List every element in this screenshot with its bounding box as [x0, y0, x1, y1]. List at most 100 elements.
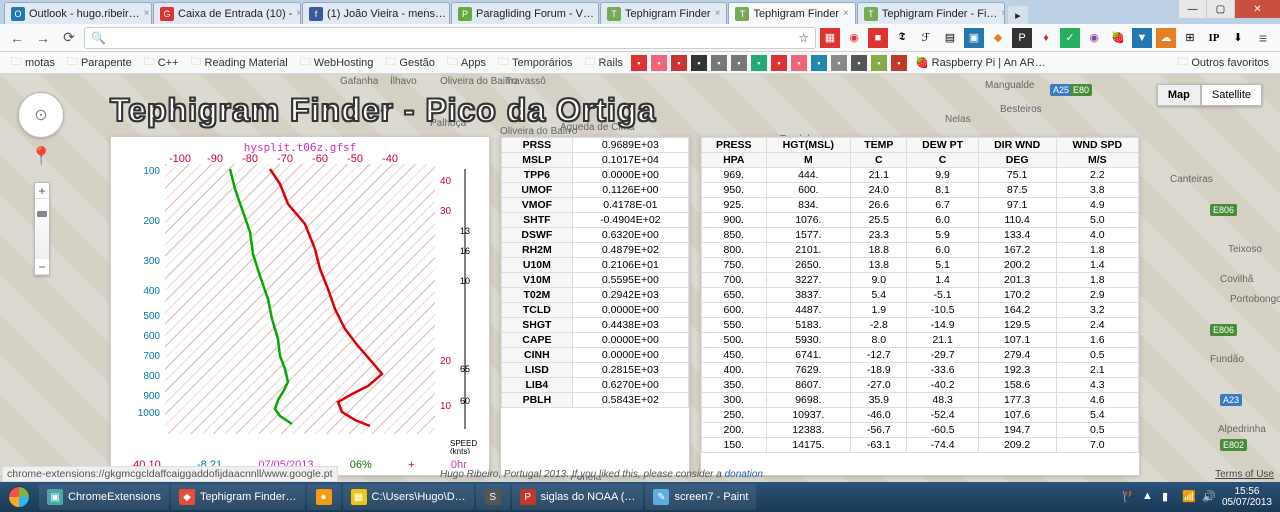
table-row: PRSS0.9689E+03 — [502, 138, 689, 153]
map-type-satellite[interactable]: Satellite — [1201, 84, 1262, 106]
bookmarks-overflow[interactable]: 🗀Outros favoritos — [1172, 53, 1274, 72]
ext-icon-3[interactable]: ■ — [868, 28, 888, 48]
new-tab-button[interactable]: ▸ — [1008, 6, 1028, 24]
ext-icon-17[interactable]: ⬇ — [1228, 28, 1248, 48]
bookmark-raspberry[interactable]: 🍓Raspberry Pi | An AR… — [910, 56, 1051, 69]
map-label: Canteiras — [1170, 174, 1213, 185]
bookmark-6[interactable]: 🗀Apps — [442, 53, 491, 72]
bookmark-ext-5[interactable]: ▪ — [731, 55, 747, 71]
ext-icon-14[interactable]: ▼ — [1132, 28, 1152, 48]
browser-tab-2[interactable]: f(1) João Vieira - mens…× — [302, 2, 450, 24]
bookmark-star-icon[interactable]: ☆ — [798, 31, 809, 45]
tab-close-icon[interactable]: × — [296, 8, 301, 19]
bookmark-7[interactable]: 🗀Temporários — [493, 53, 578, 72]
tray-volume-icon[interactable]: 🔊 — [1202, 490, 1216, 504]
bookmark-ext-8[interactable]: ▪ — [791, 55, 807, 71]
ext-icon-1[interactable]: ▦ — [820, 28, 840, 48]
taskbar-item-6[interactable]: ✎screen7 - Paint — [645, 484, 756, 510]
browser-tab-4[interactable]: TTephigram Finder× — [600, 2, 727, 24]
ext-icon-10[interactable]: ♦ — [1036, 28, 1056, 48]
ext-icon-9[interactable]: P — [1012, 28, 1032, 48]
map-zoom-control: + − — [34, 182, 50, 276]
zoom-out-button[interactable]: − — [35, 259, 49, 275]
donation-link[interactable]: donation — [725, 469, 763, 480]
bookmark-ext-12[interactable]: ▪ — [871, 55, 887, 71]
ext-ip-icon[interactable]: IP — [1204, 28, 1224, 48]
bookmark-ext-2[interactable]: ▪ — [671, 55, 687, 71]
taskbar-clock[interactable]: 15:5605/07/2013 — [1222, 486, 1272, 508]
chrome-menu-button[interactable]: ≡ — [1252, 27, 1274, 49]
svg-text:-50: -50 — [347, 154, 363, 165]
ext-icon-13[interactable]: 🍓 — [1108, 28, 1128, 48]
ext-icon-16[interactable]: ⊞ — [1180, 28, 1200, 48]
tab-label: Tephigram Finder — [753, 8, 839, 20]
bookmark-1[interactable]: 🗀Parapente — [62, 53, 137, 72]
bookmark-ext-9[interactable]: ▪ — [811, 55, 827, 71]
road-badge: A25 — [1050, 84, 1072, 96]
browser-tab-0[interactable]: OOutlook - hugo.ribeir…× — [4, 2, 152, 24]
zoom-in-button[interactable]: + — [35, 183, 49, 199]
bookmark-ext-11[interactable]: ▪ — [851, 55, 867, 71]
ext-icon-6[interactable]: ▤ — [940, 28, 960, 48]
folder-icon: 🗀 — [144, 53, 155, 72]
ext-icon-5[interactable]: ℱ — [916, 28, 936, 48]
address-bar[interactable]: 🔍 ☆ — [84, 27, 816, 49]
tray-battery-icon[interactable]: ▮ — [1162, 490, 1176, 504]
taskbar-item-4[interactable]: S — [476, 484, 510, 510]
tab-close-icon[interactable]: × — [715, 8, 721, 19]
tab-close-icon[interactable]: × — [598, 8, 599, 19]
ext-icon-8[interactable]: ◆ — [988, 28, 1008, 48]
taskbar-item-0[interactable]: ▣ChromeExtensions — [39, 484, 169, 510]
browser-tab-1[interactable]: GCaixa de Entrada (10) -× — [153, 2, 301, 24]
ext-icon-4[interactable]: 𝕿 — [892, 28, 912, 48]
road-badge: E806 — [1210, 324, 1237, 336]
tab-close-icon[interactable]: × — [144, 8, 150, 19]
bookmark-ext-0[interactable]: ▪ — [631, 55, 647, 71]
reload-button[interactable]: ⟳ — [58, 27, 80, 49]
window-close-button[interactable]: ✕ — [1234, 0, 1280, 18]
tab-label: Tephigram Finder - Fi… — [882, 8, 998, 20]
ext-icon-11[interactable]: ✓ — [1060, 28, 1080, 48]
bookmark-ext-6[interactable]: ▪ — [751, 55, 767, 71]
streetview-pegman[interactable] — [30, 146, 52, 176]
ext-icon-12[interactable]: ◉ — [1084, 28, 1104, 48]
tray-flag-icon[interactable]: 🏴 — [1122, 490, 1136, 504]
table-row: U10M0.2106E+01 — [502, 258, 689, 273]
zoom-slider[interactable] — [35, 199, 49, 259]
bookmark-0[interactable]: 🗀motas — [6, 53, 60, 72]
tab-close-icon[interactable]: × — [1001, 8, 1004, 19]
taskbar-item-2[interactable]: ● — [307, 484, 341, 510]
terms-link[interactable]: Terms of Use — [1215, 469, 1274, 480]
bookmark-ext-1[interactable]: ▪ — [651, 55, 667, 71]
bookmark-ext-13[interactable]: ▪ — [891, 55, 907, 71]
bookmark-2[interactable]: 🗀C++ — [139, 53, 184, 72]
bookmark-ext-4[interactable]: ▪ — [711, 55, 727, 71]
taskbar-item-3[interactable]: ▦C:\Users\Hugo\D… — [343, 484, 474, 510]
bookmark-5[interactable]: 🗀Gestão — [380, 53, 439, 72]
bookmark-3[interactable]: 🗀Reading Material — [186, 53, 293, 72]
ext-icon-2[interactable]: ◉ — [844, 28, 864, 48]
back-button[interactable]: ← — [6, 27, 28, 49]
bookmark-4[interactable]: 🗀WebHosting — [295, 53, 379, 72]
start-button[interactable] — [0, 482, 38, 512]
tab-close-icon[interactable]: × — [843, 8, 849, 19]
bookmark-ext-10[interactable]: ▪ — [831, 55, 847, 71]
forward-button[interactable]: → — [32, 27, 54, 49]
taskbar-item-5[interactable]: Psiglas do NOAA (… — [512, 484, 644, 510]
bookmark-ext-3[interactable]: ▪ — [691, 55, 707, 71]
taskbar-app-icon: ◆ — [179, 489, 195, 505]
tray-network-icon[interactable]: 📶 — [1182, 490, 1196, 504]
ext-icon-7[interactable]: ▣ — [964, 28, 984, 48]
map-pan-control[interactable] — [18, 92, 64, 138]
window-min-button[interactable]: — — [1178, 0, 1206, 18]
window-max-button[interactable]: ▢ — [1206, 0, 1234, 18]
browser-tab-5[interactable]: TTephigram Finder× — [728, 2, 855, 24]
map-type-map[interactable]: Map — [1157, 84, 1201, 106]
taskbar-item-1[interactable]: ◆Tephigram Finder… — [171, 484, 305, 510]
bookmark-8[interactable]: 🗀Rails — [579, 53, 627, 72]
ext-icon-15[interactable]: ☁ — [1156, 28, 1176, 48]
browser-tab-3[interactable]: PParagliding Forum - V…× — [451, 2, 599, 24]
browser-tab-6[interactable]: TTephigram Finder - Fi…× — [857, 2, 1005, 24]
bookmark-ext-7[interactable]: ▪ — [771, 55, 787, 71]
tray-up-icon[interactable]: ▲ — [1142, 490, 1156, 504]
